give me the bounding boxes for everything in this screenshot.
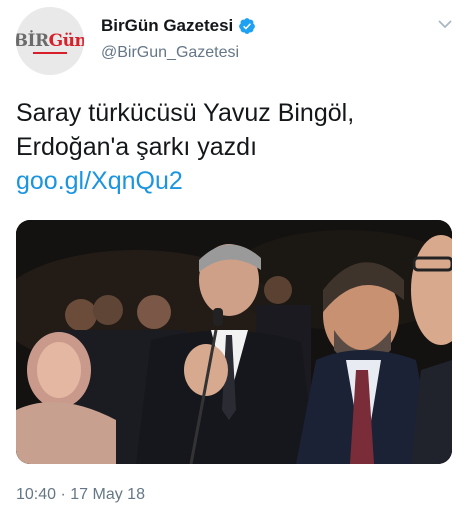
- verified-badge-icon: [238, 17, 256, 35]
- birgun-logo: BİR Gün: [16, 31, 84, 51]
- avatar[interactable]: BİR Gün: [16, 7, 84, 75]
- author-name-row: BirGün Gazetesi: [101, 16, 256, 36]
- chevron-down-icon[interactable]: [437, 16, 453, 32]
- tweet-link[interactable]: goo.gl/XqnQu2: [16, 164, 456, 198]
- logo-text-gun: Gün: [48, 31, 84, 51]
- logo-text-bir: BİR: [16, 31, 49, 51]
- tweet-timestamp[interactable]: 10:40 · 17 May 18: [16, 486, 145, 504]
- logo-underline: [33, 52, 67, 54]
- tweet-text-line: Erdoğan'a şarkı yazdı: [16, 133, 258, 161]
- author-display-name[interactable]: BirGün Gazetesi: [101, 16, 233, 36]
- author-handle[interactable]: @BirGun_Gazetesi: [101, 44, 239, 62]
- tweet-photo[interactable]: [16, 220, 452, 464]
- tweet-text: Saray türkücüsü Yavuz Bingöl, Erdoğan'a …: [16, 96, 456, 198]
- tweet-text-line: Saray türkücüsü Yavuz Bingöl,: [16, 99, 355, 127]
